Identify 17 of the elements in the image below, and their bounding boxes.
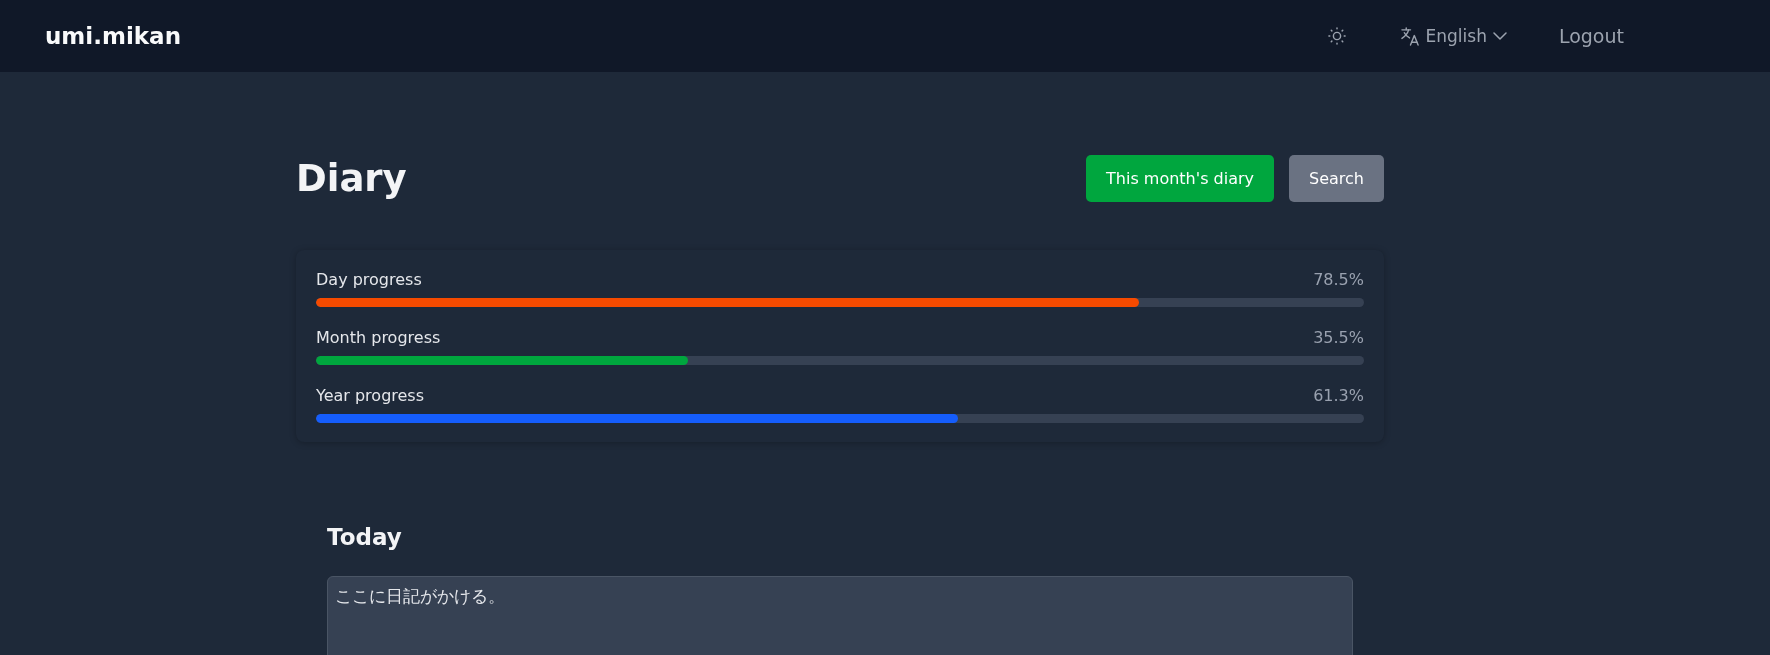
page-title: Diary bbox=[296, 157, 407, 200]
progress-label: Day progress bbox=[316, 269, 422, 289]
theme-toggle-button[interactable] bbox=[1327, 27, 1346, 45]
site-logo[interactable]: umi.mikan bbox=[45, 23, 181, 49]
logout-link[interactable]: Logout bbox=[1558, 25, 1624, 47]
progress-percent: 35.5% bbox=[1313, 327, 1364, 347]
progress-percent: 78.5% bbox=[1313, 269, 1364, 289]
translate-icon bbox=[1400, 26, 1420, 46]
progress-percent: 61.3% bbox=[1313, 385, 1364, 405]
progress-label: Month progress bbox=[316, 327, 441, 347]
progress-label: Year progress bbox=[316, 385, 425, 405]
language-selector[interactable]: English bbox=[1400, 26, 1507, 46]
chevron-down-icon bbox=[1492, 32, 1507, 40]
sun-icon bbox=[1327, 27, 1346, 45]
search-button[interactable]: Search bbox=[1289, 155, 1384, 202]
section-heading: Today bbox=[327, 524, 402, 550]
diary-textarea[interactable]: ここに日記がかける。 bbox=[327, 576, 1353, 655]
